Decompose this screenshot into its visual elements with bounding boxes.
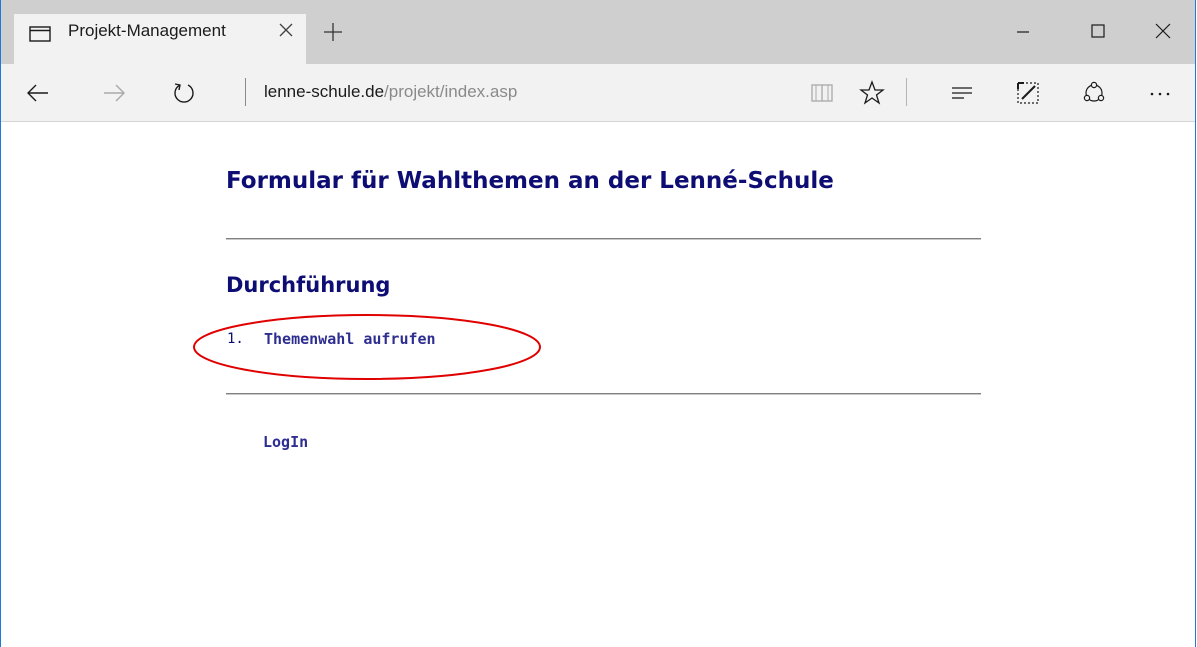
tab-projekt-management[interactable]: Projekt-Management [14,14,306,64]
address-bar[interactable]: lenne-schule.de/projekt/index.asp [264,80,517,104]
back-arrow-icon[interactable] [25,80,51,106]
toolbar-separator [906,78,907,106]
reading-view-book-icon[interactable] [809,80,835,106]
tab-title: Projekt-Management [68,21,226,40]
close-window-icon[interactable] [1152,20,1174,42]
page-content: Formular für Wahlthemen an der Lenné-Sch… [1,122,1195,647]
maximize-icon[interactable] [1087,20,1109,42]
more-dots-icon[interactable] [1147,80,1173,106]
hub-lines-icon[interactable] [949,80,975,106]
tab-page-icon [29,26,51,42]
minimize-icon[interactable] [1012,20,1034,42]
new-tab-plus-icon[interactable] [323,22,343,42]
address-path: /projekt/index.asp [384,82,518,101]
browser-window: Projekt-Management lenne-schule.de/proje… [0,0,1196,647]
web-note-pen-icon[interactable] [1015,80,1041,106]
section-title: Durchführung [226,273,391,297]
share-icon[interactable] [1081,80,1107,106]
address-separator [245,78,246,106]
divider-top [226,238,981,240]
address-domain: lenne-schule.de [264,82,385,101]
forward-arrow-icon[interactable] [101,80,127,106]
login-link[interactable]: LogIn [263,433,308,451]
tab-strip: Projekt-Management [1,0,1195,64]
favorite-star-icon[interactable] [859,80,885,106]
divider-bottom [226,393,981,395]
refresh-icon[interactable] [171,80,197,106]
highlight-ellipse [193,314,541,380]
close-tab-icon[interactable] [276,20,296,40]
page-title: Formular für Wahlthemen an der Lenné-Sch… [226,168,834,194]
navigation-bar: lenne-schule.de/projekt/index.asp [1,64,1195,122]
